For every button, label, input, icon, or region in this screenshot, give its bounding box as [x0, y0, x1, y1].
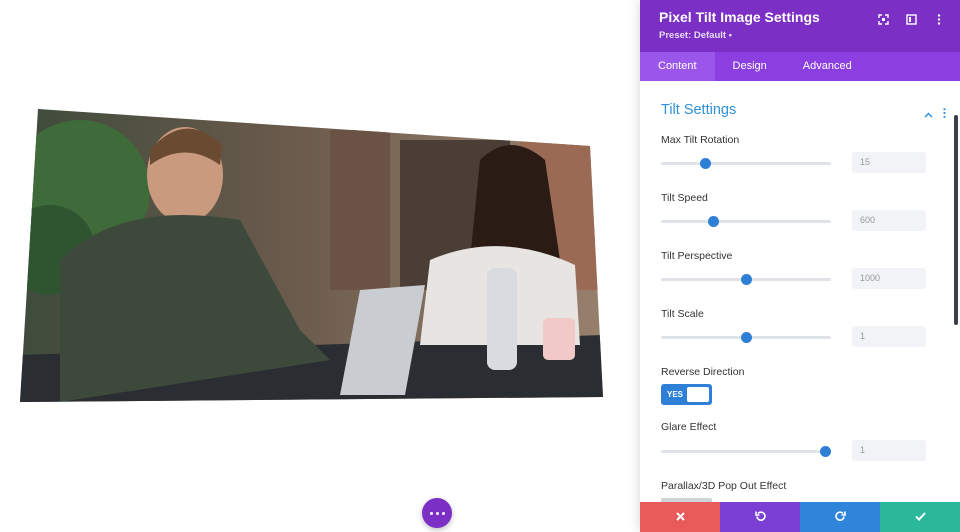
panel-body: Tilt Settings Max Tilt Rotation 15 Tilt …	[640, 81, 960, 502]
save-button[interactable]	[880, 502, 960, 532]
tilt-speed-input[interactable]: 600	[852, 210, 926, 231]
glare-effect-input[interactable]: 1	[852, 440, 926, 461]
tab-design[interactable]: Design	[715, 52, 785, 81]
reverse-direction-toggle[interactable]: YES	[661, 384, 712, 405]
max-tilt-slider[interactable]	[661, 158, 831, 169]
close-icon	[675, 508, 685, 526]
reverse-direction-label: Reverse Direction	[661, 366, 745, 378]
section-title[interactable]: Tilt Settings	[661, 102, 736, 118]
redo-button[interactable]	[800, 502, 880, 532]
tilt-scale-slider[interactable]	[661, 332, 831, 343]
chevron-up-icon[interactable]	[924, 105, 933, 123]
glare-effect-label: Glare Effect	[661, 421, 717, 433]
tilt-settings-section: Tilt Settings Max Tilt Rotation 15 Tilt …	[640, 81, 960, 502]
discard-button[interactable]	[640, 502, 720, 532]
parallax-label: Parallax/3D Pop Out Effect	[661, 480, 787, 492]
slider-handle[interactable]	[708, 216, 720, 227]
more-options-button[interactable]	[422, 498, 452, 528]
preset-selector[interactable]: Preset: Default •	[659, 30, 941, 41]
toggle-thumb	[687, 387, 709, 402]
dot-icon	[441, 511, 445, 515]
undo-button[interactable]	[720, 502, 800, 532]
undo-icon	[754, 508, 766, 526]
tilt-perspective-input[interactable]: 1000	[852, 268, 926, 289]
tilt-speed-slider[interactable]	[661, 216, 831, 227]
tab-content[interactable]: Content	[640, 52, 715, 81]
slider-handle[interactable]	[699, 158, 711, 169]
slider-handle[interactable]	[740, 274, 752, 285]
scrollbar[interactable]	[954, 115, 958, 325]
tab-advanced[interactable]: Advanced	[785, 52, 870, 81]
tilt-speed-label: Tilt Speed	[661, 192, 708, 204]
tilt-perspective-label: Tilt Perspective	[661, 250, 733, 262]
slider-handle[interactable]	[820, 446, 832, 457]
panel-header: Pixel Tilt Image Settings Preset: Defaul…	[640, 0, 960, 52]
panel-footer	[640, 502, 960, 532]
dot-icon	[429, 511, 433, 515]
check-icon	[914, 508, 926, 526]
tilt-scale-input[interactable]: 1	[852, 326, 926, 347]
toggle-yes-label: YES	[667, 390, 684, 399]
max-tilt-label: Max Tilt Rotation	[661, 134, 740, 146]
tilt-perspective-slider[interactable]	[661, 274, 831, 285]
redo-icon	[834, 508, 846, 526]
settings-panel: Pixel Tilt Image Settings Preset: Defaul…	[640, 0, 960, 532]
tilted-photo[interactable]	[0, 0, 640, 532]
builder-canvas	[0, 0, 640, 532]
tab-bar: Content Design Advanced	[640, 52, 960, 81]
tilt-scale-label: Tilt Scale	[661, 308, 704, 320]
slider-handle[interactable]	[740, 332, 752, 343]
more-vertical-icon[interactable]	[932, 12, 946, 26]
dot-icon	[435, 511, 439, 515]
section-menu-icon[interactable]	[943, 105, 946, 123]
glare-effect-slider[interactable]	[661, 446, 832, 457]
max-tilt-input[interactable]: 15	[852, 152, 926, 173]
expand-icon[interactable]	[876, 12, 890, 26]
sidebar-toggle-icon[interactable]	[904, 12, 918, 26]
